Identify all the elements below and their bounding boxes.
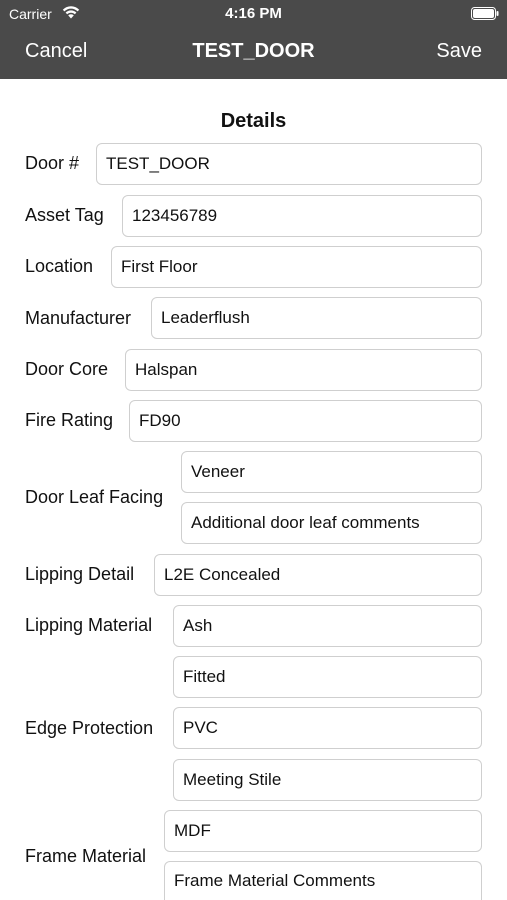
- door-number-field[interactable]: TEST_DOOR: [96, 143, 482, 185]
- status-time: 4:16 PM: [225, 5, 282, 22]
- lipping-material-field[interactable]: Ash: [173, 605, 482, 647]
- page-title: TEST_DOOR: [192, 40, 315, 62]
- door-leaf-facing-field[interactable]: Veneer: [181, 451, 482, 493]
- lipping-material-label: Lipping Material: [25, 615, 153, 635]
- fire-rating-field[interactable]: FD90: [129, 400, 482, 442]
- door-core-field[interactable]: Halspan: [125, 349, 482, 391]
- door-core-label: Door Core: [25, 359, 109, 379]
- edge-protection-location-field[interactable]: Meeting Stile: [173, 759, 482, 801]
- lipping-detail-field[interactable]: L2E Concealed: [154, 554, 482, 596]
- door-number-label: Door #: [25, 153, 80, 173]
- manufacturer-field[interactable]: Leaderflush: [151, 297, 482, 339]
- edge-protection-fitted-field[interactable]: Fitted: [173, 656, 482, 698]
- lipping-detail-label: Lipping Detail: [25, 564, 135, 584]
- section-title: Details: [220, 110, 287, 132]
- frame-material-comments-field[interactable]: Frame Material Comments: [164, 861, 482, 900]
- location-field[interactable]: First Floor: [111, 246, 482, 288]
- asset-tag-field[interactable]: 123456789: [122, 195, 482, 237]
- navigation-bar: Carrier 4:16 PM Cancel TEST_DOOR Save: [0, 0, 507, 79]
- save-button[interactable]: Save: [436, 40, 482, 63]
- fire-rating-label: Fire Rating: [25, 410, 114, 430]
- manufacturer-label: Manufacturer: [25, 308, 132, 328]
- asset-tag-label: Asset Tag: [25, 205, 104, 225]
- door-leaf-comments-field[interactable]: Additional door leaf comments: [181, 502, 482, 544]
- frame-material-field[interactable]: MDF: [164, 810, 482, 852]
- battery-icon: [471, 7, 499, 20]
- door-leaf-facing-label: Door Leaf Facing: [25, 487, 164, 507]
- frame-material-label: Frame Material: [25, 846, 147, 866]
- location-label: Location: [25, 256, 94, 276]
- edge-protection-type-field[interactable]: PVC: [173, 707, 482, 749]
- edge-protection-label: Edge Protection: [25, 718, 154, 738]
